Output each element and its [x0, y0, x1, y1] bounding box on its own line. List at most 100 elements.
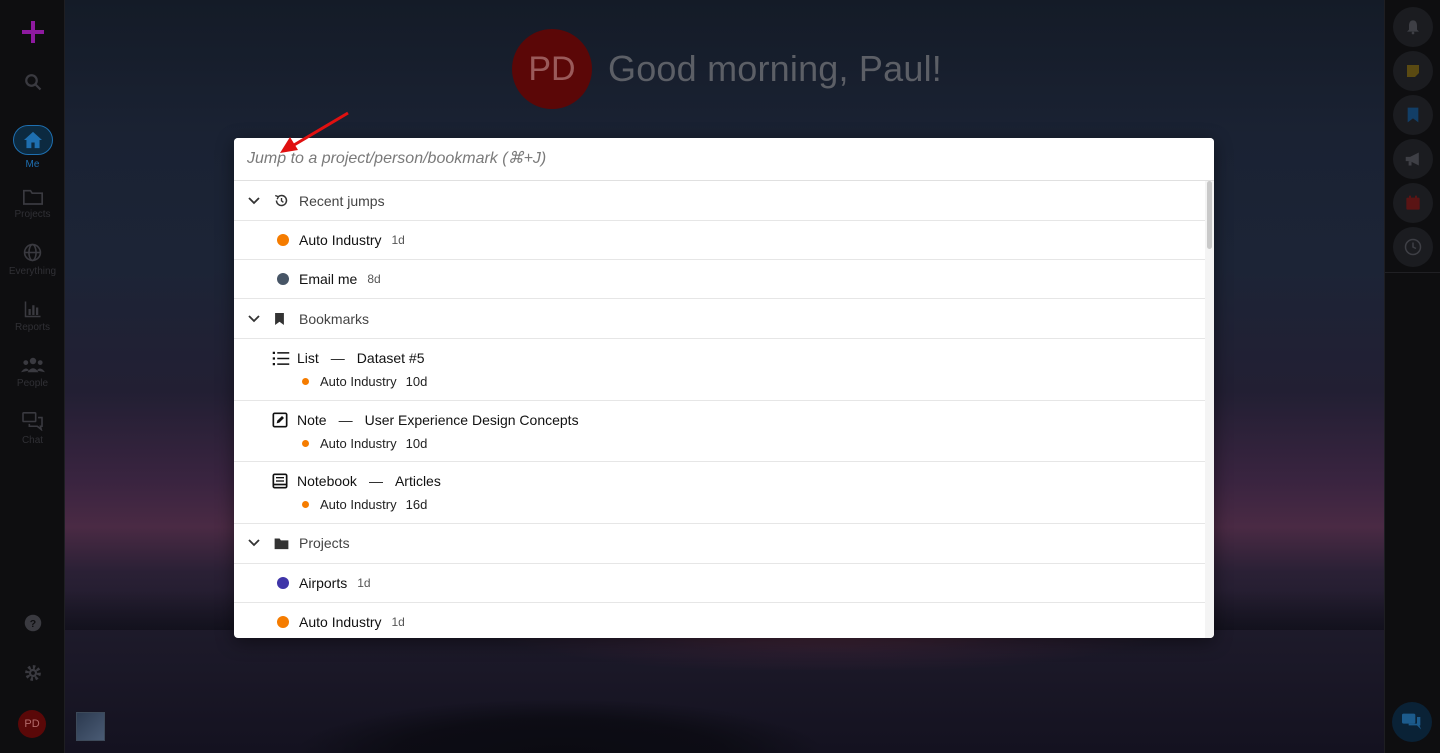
section-bookmarks-title: Bookmarks: [299, 310, 370, 327]
greeting-avatar: PD: [512, 29, 592, 109]
search-icon: [24, 74, 41, 91]
nav-people[interactable]: People: [0, 356, 65, 389]
right-sidebar: [1384, 0, 1440, 753]
calendar-button[interactable]: [1393, 183, 1433, 223]
bookmark-project: Auto Industry: [320, 374, 397, 389]
notifications-button[interactable]: [1393, 7, 1433, 47]
bookmark-icon: [1407, 107, 1419, 123]
bookmark-age: 16d: [405, 497, 428, 512]
project-color-dot: [277, 576, 289, 589]
folder-icon: [22, 189, 43, 205]
bookmark-item[interactable]: Notebook — Articles Auto Industry 16d: [234, 462, 1205, 524]
nav-people-label: People: [16, 378, 49, 389]
scrollbar-thumb[interactable]: [1207, 181, 1212, 249]
sticky-note-icon: [1407, 65, 1419, 77]
clock-icon: [1404, 238, 1422, 256]
bookmark-type: Note: [297, 411, 327, 428]
bookmark-age: 10d: [405, 435, 428, 451]
calendar-icon: [1406, 195, 1420, 210]
nav-projects[interactable]: Projects: [0, 188, 65, 220]
note-edit-icon: [272, 412, 288, 427]
chevron-down-icon: [248, 539, 260, 547]
search-button[interactable]: [0, 73, 65, 91]
globe-icon: [23, 243, 42, 262]
project-color-dot: [302, 378, 309, 385]
project-item-age: 1d: [391, 614, 405, 629]
section-projects-title: Projects: [299, 535, 350, 551]
folder-icon: [274, 538, 289, 549]
nav-everything[interactable]: Everything: [0, 243, 65, 277]
nav-chat-label: Chat: [21, 435, 44, 446]
notebook-icon: [272, 473, 288, 489]
bookmark-project: Auto Industry: [320, 497, 397, 512]
chevron-down-icon: [248, 314, 260, 322]
nav-me-label: Me: [25, 159, 40, 170]
help-button[interactable]: ?: [0, 614, 65, 632]
left-sidebar: Me Projects Everything Reports People Ch…: [0, 0, 65, 753]
recent-item-age: 8d: [367, 272, 381, 286]
recent-item-age: 1d: [391, 233, 405, 247]
nav-projects-label: Projects: [14, 209, 51, 220]
jump-results[interactable]: Recent jumps Auto Industry 1d Email me 8…: [234, 181, 1214, 638]
project-item-age: 1d: [357, 575, 371, 590]
project-color-dot: [302, 439, 309, 447]
jump-dialog: Recent jumps Auto Industry 1d Email me 8…: [234, 138, 1214, 638]
nav-reports[interactable]: Reports: [0, 300, 65, 333]
user-avatar[interactable]: PD: [18, 710, 46, 738]
timer-button[interactable]: [1393, 227, 1433, 267]
bookmark-type: Notebook: [297, 473, 357, 489]
recent-item[interactable]: Email me 8d: [234, 260, 1205, 299]
gear-icon: [24, 665, 41, 681]
results-scrollbar[interactable]: [1205, 181, 1214, 638]
add-button[interactable]: [0, 20, 65, 44]
recent-item-name: Auto Industry: [299, 232, 382, 248]
right-sidebar-divider: [1385, 272, 1440, 273]
separator-dash: —: [338, 411, 353, 428]
nav-chat[interactable]: Chat: [0, 412, 65, 446]
bookmark-icon: [275, 312, 284, 325]
plus-icon: [21, 21, 44, 43]
project-item[interactable]: Airports 1d: [234, 564, 1205, 603]
bookmark-project: Auto Industry: [320, 435, 397, 451]
project-item-name: Airports: [299, 574, 348, 591]
bookmark-title: Dataset #5: [356, 350, 425, 366]
sticky-notes-button[interactable]: [1393, 51, 1433, 91]
background-thumbnail[interactable]: [76, 712, 105, 741]
announcements-button[interactable]: [1393, 139, 1433, 179]
bell-icon: [1407, 20, 1419, 35]
project-item-name: Auto Industry: [299, 613, 382, 630]
separator-dash: —: [368, 473, 383, 489]
chat-bubbles-icon: [1402, 713, 1422, 730]
project-item[interactable]: Auto Industry 1d: [234, 603, 1205, 639]
annotation-arrow-icon: [280, 111, 349, 153]
foreground-rocks: [300, 700, 820, 753]
bookmark-age: 10d: [405, 374, 428, 389]
megaphone-icon: [1405, 152, 1419, 166]
project-color-dot: [302, 501, 309, 508]
section-projects[interactable]: Projects: [234, 524, 1205, 564]
nav-everything-label: Everything: [8, 266, 57, 277]
recent-item[interactable]: Auto Industry 1d: [234, 221, 1205, 260]
bookmark-title: User Experience Design Concepts: [364, 411, 579, 428]
project-color-dot: [277, 273, 289, 285]
bookmark-type: List: [297, 350, 319, 366]
bookmarks-panel-button[interactable]: [1393, 95, 1433, 135]
bar-chart-icon: [24, 301, 40, 318]
nav-reports-label: Reports: [14, 322, 50, 333]
separator-dash: —: [330, 350, 345, 366]
nav-me[interactable]: Me: [0, 125, 65, 170]
settings-button[interactable]: [0, 664, 65, 682]
section-bookmarks[interactable]: Bookmarks: [234, 299, 1205, 339]
bookmark-item[interactable]: Note — User Experience Design Concepts A…: [234, 401, 1205, 462]
section-recent-jumps[interactable]: Recent jumps: [234, 181, 1205, 221]
people-icon: [20, 357, 45, 373]
recent-item-name: Email me: [299, 271, 358, 287]
support-chat-button[interactable]: [1392, 702, 1432, 742]
help-icon: ?: [24, 614, 41, 632]
jump-search-input[interactable]: [234, 138, 1214, 181]
chevron-down-icon: [248, 196, 260, 204]
section-recent-title: Recent jumps: [299, 192, 385, 209]
home-icon: [23, 131, 42, 149]
bookmark-item[interactable]: List — Dataset #5 Auto Industry 10d: [234, 339, 1205, 401]
project-color-dot: [277, 615, 289, 628]
